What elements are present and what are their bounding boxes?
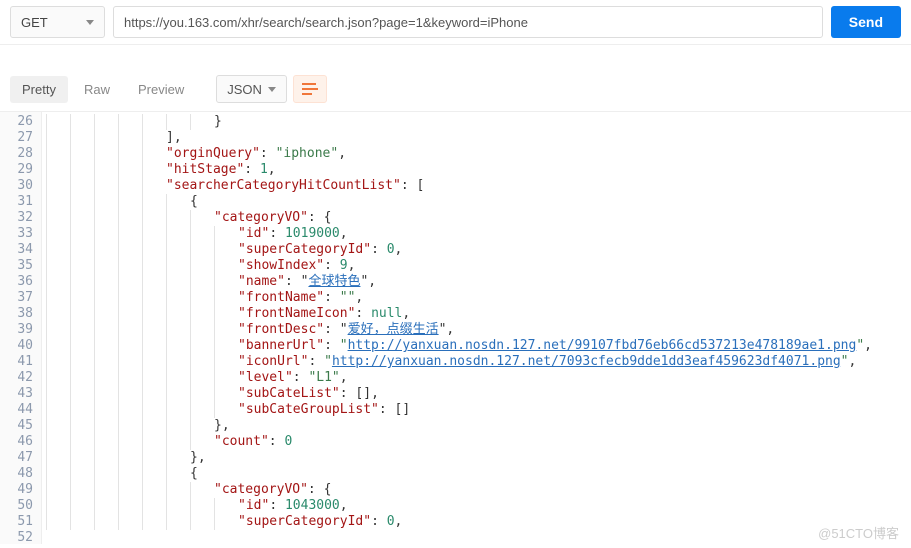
line-number: 32: [0, 210, 33, 226]
request-bar: GET Send: [0, 0, 911, 45]
line-number: 36: [0, 274, 33, 290]
line-number: 47: [0, 450, 33, 466]
line-number: 29: [0, 162, 33, 178]
line-number: 46: [0, 434, 33, 450]
code-line: "name": "全球特色",: [46, 274, 911, 290]
line-number: 50: [0, 498, 33, 514]
line-number: 27: [0, 130, 33, 146]
code-line: "superCategoryId": 0,: [46, 514, 911, 530]
code-line: },: [46, 418, 911, 434]
line-number: 44: [0, 402, 33, 418]
format-select[interactable]: JSON: [216, 75, 287, 103]
method-value: GET: [21, 15, 48, 30]
code-line: }: [46, 114, 911, 130]
code-line: ],: [46, 130, 911, 146]
line-number: 40: [0, 338, 33, 354]
line-number: 45: [0, 418, 33, 434]
code-line: "categoryVO": {: [46, 482, 911, 498]
line-number: 39: [0, 322, 33, 338]
code-line: "categoryVO": {: [46, 210, 911, 226]
line-number: 48: [0, 466, 33, 482]
code-line: "iconUrl": "http://yanxuan.nosdn.127.net…: [46, 354, 911, 370]
line-number: 26: [0, 114, 33, 130]
code-line: "count": 0: [46, 434, 911, 450]
line-number: 42: [0, 370, 33, 386]
line-number: 38: [0, 306, 33, 322]
tab-raw[interactable]: Raw: [72, 76, 122, 103]
wrap-lines-icon: [302, 83, 318, 95]
line-number: 33: [0, 226, 33, 242]
format-group: JSON: [216, 75, 327, 103]
line-number: 52: [0, 530, 33, 544]
code-line: "bannerUrl": "http://yanxuan.nosdn.127.n…: [46, 338, 911, 354]
code-line: "showIndex": 9,: [46, 258, 911, 274]
line-number: 51: [0, 514, 33, 530]
line-number: 37: [0, 290, 33, 306]
wrap-lines-button[interactable]: [293, 75, 327, 103]
line-gutter: 2627282930313233343536373839404142434445…: [0, 112, 42, 544]
line-number: 49: [0, 482, 33, 498]
line-number: 41: [0, 354, 33, 370]
method-select[interactable]: GET: [10, 6, 105, 38]
code-line: "frontName": "",: [46, 290, 911, 306]
line-number: 28: [0, 146, 33, 162]
send-button[interactable]: Send: [831, 6, 901, 38]
line-number: 35: [0, 258, 33, 274]
url-input[interactable]: [113, 6, 823, 38]
line-number: 43: [0, 386, 33, 402]
code-line: "searcherCategoryHitCountList": [: [46, 178, 911, 194]
line-number: 30: [0, 178, 33, 194]
code-line: "frontNameIcon": null,: [46, 306, 911, 322]
code-line: "id": 1019000,: [46, 226, 911, 242]
chevron-down-icon: [86, 20, 94, 25]
code-line: "subCateGroupList": []: [46, 402, 911, 418]
line-number: 31: [0, 194, 33, 210]
code-line: "orginQuery": "iphone",: [46, 146, 911, 162]
code-line: {: [46, 194, 911, 210]
response-body: 2627282930313233343536373839404142434445…: [0, 112, 911, 544]
format-value: JSON: [227, 82, 262, 97]
line-number: 34: [0, 242, 33, 258]
code-line: "subCateList": [],: [46, 386, 911, 402]
code-line: "level": "L1",: [46, 370, 911, 386]
chevron-down-icon: [268, 87, 276, 92]
code-line: "id": 1043000,: [46, 498, 911, 514]
code-line: "hitStage": 1,: [46, 162, 911, 178]
code-line: },: [46, 450, 911, 466]
code-line: {: [46, 466, 911, 482]
code-content[interactable]: }],"orginQuery": "iphone","hitStage": 1,…: [42, 112, 911, 544]
response-tabs: Pretty Raw Preview JSON: [0, 65, 911, 112]
tab-preview[interactable]: Preview: [126, 76, 196, 103]
code-line: "superCategoryId": 0,: [46, 242, 911, 258]
tab-pretty[interactable]: Pretty: [10, 76, 68, 103]
code-line: "frontDesc": "爱好，点缀生活",: [46, 322, 911, 338]
